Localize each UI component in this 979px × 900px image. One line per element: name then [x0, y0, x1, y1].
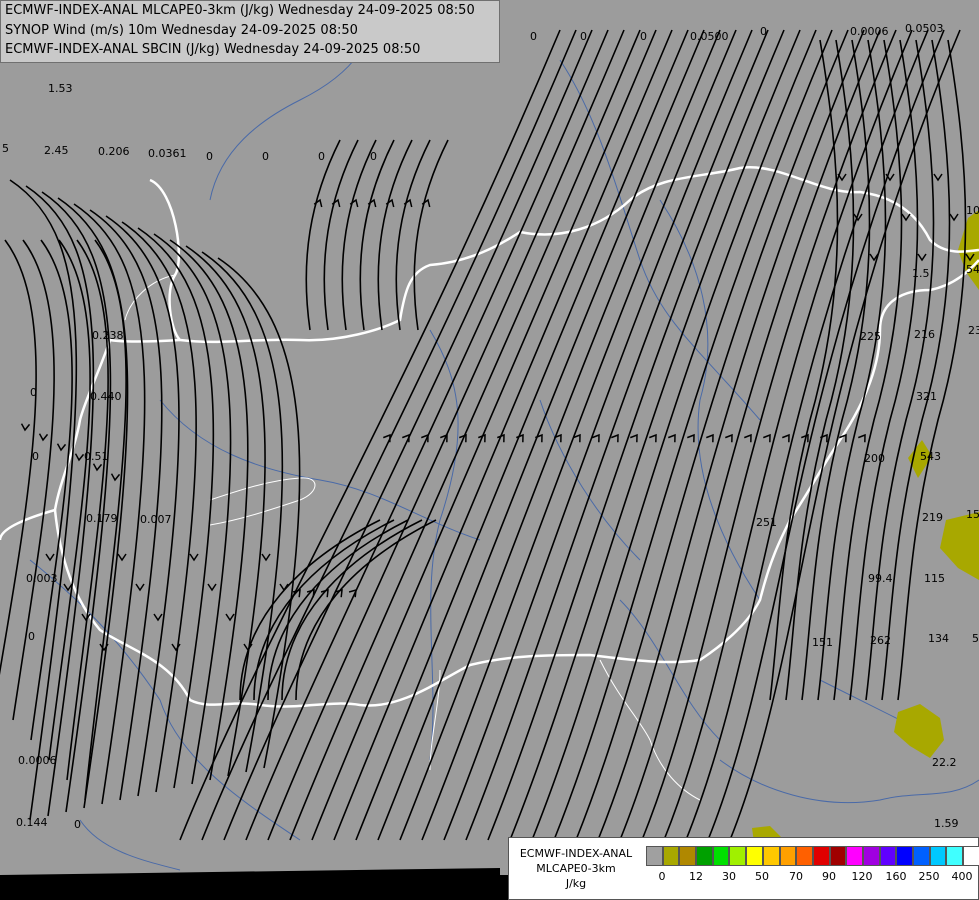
legend-tick-label: 70 [789, 870, 803, 883]
cape-value-label: 0 [370, 150, 377, 163]
map-canvas: 1.530000000000.05000.00060.050352.450.20… [0, 0, 979, 900]
cape-value-label: 0.0500 [690, 30, 729, 43]
cape-value-label: 0 [262, 150, 269, 163]
legend-swatch [963, 846, 979, 866]
legend-swatch [879, 846, 897, 866]
legend-swatch [646, 846, 663, 866]
color-legend: ECMWF-INDEX-ANAL MLCAPE0-3km J/kg 0 12 30 5… [508, 837, 979, 900]
legend-color-bar [646, 846, 979, 866]
cape-value-label: 0 [580, 30, 587, 43]
cape-value-label: 1.53 [48, 82, 73, 95]
cape-value-label: 5 [2, 142, 9, 155]
legend-title: ECMWF-INDEX-ANAL MLCAPE0-3km J/kg [509, 838, 643, 899]
legend-swatch [679, 846, 697, 866]
legend-swatch [812, 846, 830, 866]
legend-tick-label: 90 [822, 870, 836, 883]
cape-value-label: 1.59 [934, 817, 959, 830]
cape-value-label: 0.238 [92, 329, 124, 342]
legend-tick-label: 12 [689, 870, 703, 883]
title-box: ECMWF-INDEX-ANAL MLCAPE0-3km (J/kg) Wedn… [0, 0, 500, 63]
cape-value-label: 54.9 [966, 263, 979, 276]
cape-value-label: 99.4 [868, 572, 893, 585]
cape-value-label: 1.5 [912, 267, 930, 280]
legend-swatch [913, 846, 930, 866]
legend-swatch [712, 846, 730, 866]
cape-value-label: 0 [760, 25, 767, 38]
cape-value-label: 0.0361 [148, 147, 187, 160]
cape-value-label: 115 [924, 572, 945, 585]
legend-swatch [862, 846, 880, 866]
legend-swatch [829, 846, 847, 866]
legend-tick-label: 0 [658, 870, 666, 883]
cape-value-label: 0 [530, 30, 537, 43]
legend-tick-label: 400 [951, 870, 973, 883]
legend-swatch [729, 846, 747, 866]
cape-value-label: 237 [968, 324, 979, 337]
legend-swatch [896, 846, 913, 866]
legend-swatch [796, 846, 813, 866]
legend-swatch [696, 846, 713, 866]
cape-value-label: 103 [966, 204, 979, 217]
title-line-cape: ECMWF-INDEX-ANAL MLCAPE0-3km (J/kg) Wedn… [5, 3, 475, 18]
cape-value-label: 0 [74, 818, 81, 831]
cape-value-label: 0 [206, 150, 213, 163]
cape-value-label: 0.206 [98, 145, 130, 158]
cape-value-label: 0.003 [26, 572, 58, 585]
cape-value-label: 0.144 [16, 816, 48, 829]
cape-value-label: 0.0006 [18, 754, 57, 767]
cape-value-label: 0.007 [140, 513, 172, 526]
legend-title-line-3: J/kg [565, 877, 587, 890]
cape-value-label: 151 [812, 636, 833, 649]
legend-swatch [929, 846, 947, 866]
cape-value-label: 262 [870, 634, 891, 647]
legend-title-line-1: ECMWF-INDEX-ANAL [519, 847, 633, 860]
cape-value-label: 0.51 [84, 450, 109, 463]
legend-swatch [762, 846, 780, 866]
cape-value-label: 321 [916, 390, 937, 403]
cape-value-label: 0.179 [86, 512, 118, 525]
legend-swatch [662, 846, 680, 866]
legend-swatch [779, 846, 797, 866]
cape-value-label: 134 [928, 632, 949, 645]
cape-value-label: 15 [966, 508, 979, 521]
cape-value-label: 0 [318, 150, 325, 163]
legend-swatch [846, 846, 863, 866]
cape-value-label: 22.2 [932, 756, 957, 769]
legend-tick-label: 160 [885, 870, 907, 883]
legend-swatch [946, 846, 964, 866]
legend-tick-label: 50 [755, 870, 769, 883]
cape-value-label: 0 [32, 450, 39, 463]
legend-tick-label: 250 [918, 870, 940, 883]
cape-value-label: 0 [640, 30, 647, 43]
cape-value-label: 251 [756, 516, 777, 529]
cape-value-label: 0 [30, 386, 37, 399]
cape-value-label: 216 [914, 328, 935, 341]
cape-value-label: 0 [28, 630, 35, 643]
legend-tick-label: 30 [722, 870, 736, 883]
title-line-cin: ECMWF-INDEX-ANAL SBCIN (J/kg) Wednesday … [5, 42, 421, 57]
cape-value-label: 200 [864, 452, 885, 465]
title-line-wind: SYNOP Wind (m/s) 10m Wednesday 24-09-202… [5, 22, 358, 38]
legend-tick-label: 120 [851, 870, 873, 883]
cape-value-label: 0.0006 [850, 25, 889, 38]
cape-value-label: 225 [860, 330, 881, 343]
cape-value-label: 0.0503 [905, 22, 944, 35]
map-view: 1.530000000000.05000.00060.050352.450.20… [0, 0, 979, 900]
legend-swatch [746, 846, 763, 866]
cape-value-label: 2.45 [44, 144, 69, 157]
cape-value-label: 543 [920, 450, 941, 463]
legend-tick-labels: 0 12 30 50 70 90 120 160 250 400 [646, 870, 976, 886]
cape-value-label: 0.440 [90, 390, 122, 403]
legend-title-line-2: MLCAPE0-3km [536, 862, 616, 875]
cape-value-label: 219 [922, 511, 943, 524]
cape-value-label: 5 [972, 632, 979, 645]
